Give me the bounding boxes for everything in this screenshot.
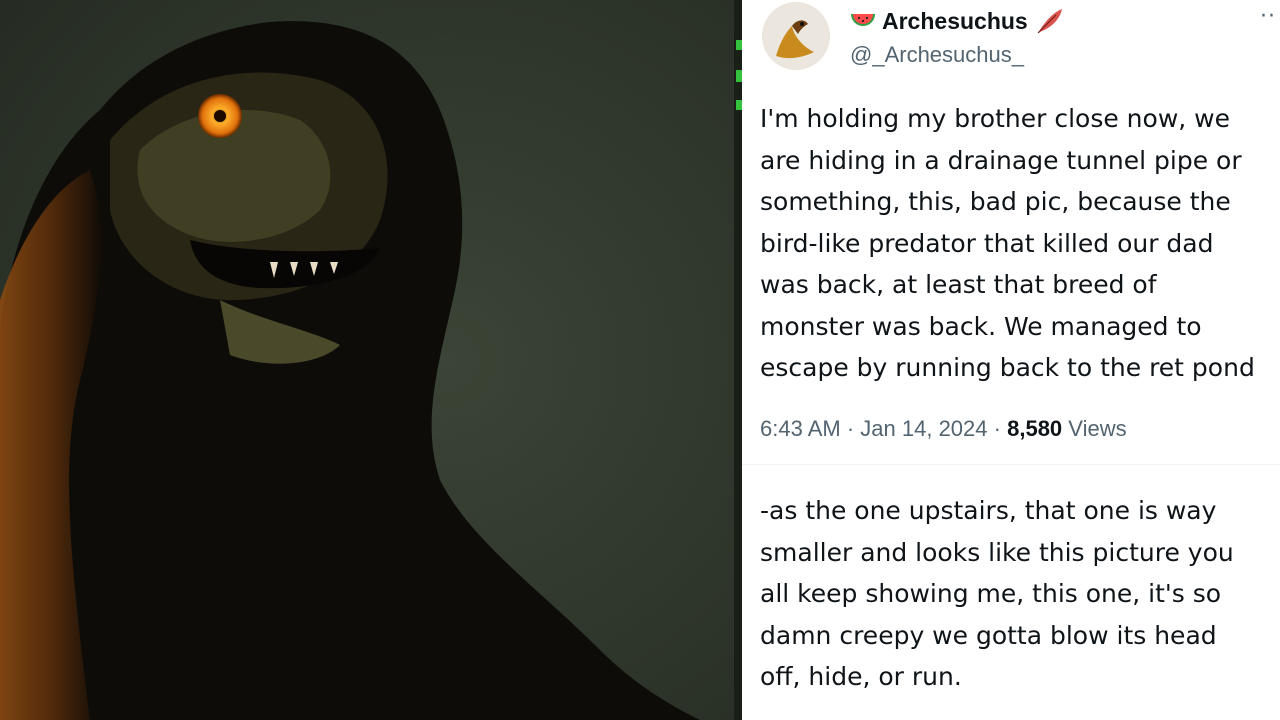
- divider: [742, 464, 1280, 465]
- creature-photo: [0, 0, 742, 720]
- tweet-time[interactable]: 6:43 AM: [760, 416, 841, 441]
- tweet-panel: Archesuchus @_Archesuchus_ ·· I'm holdin…: [742, 0, 1280, 720]
- user-avatar[interactable]: [762, 2, 830, 70]
- views-label: Views: [1068, 416, 1127, 441]
- meta-separator: ·: [846, 416, 861, 441]
- feather-icon: [1037, 9, 1062, 34]
- name-row[interactable]: Archesuchus: [850, 6, 1064, 36]
- bird-avatar-icon: [762, 2, 830, 70]
- display-name[interactable]: Archesuchus: [882, 8, 1028, 35]
- meta-separator: ·: [993, 416, 1008, 441]
- user-handle[interactable]: @_Archesuchus_: [850, 42, 1024, 68]
- views-count: 8,580: [1007, 416, 1063, 441]
- more-options-icon[interactable]: ··: [1260, 4, 1276, 29]
- tweet-text: I'm holding my brother close now, we are…: [760, 104, 1255, 382]
- tweet-meta: 6:43 AM · Jan 14, 2024 · 8,580 Views: [760, 416, 1127, 442]
- tweet-date[interactable]: Jan 14, 2024: [860, 416, 987, 441]
- reply-text: -as the one upstairs, that one is way sm…: [760, 496, 1234, 691]
- watermelon-icon: [851, 14, 875, 26]
